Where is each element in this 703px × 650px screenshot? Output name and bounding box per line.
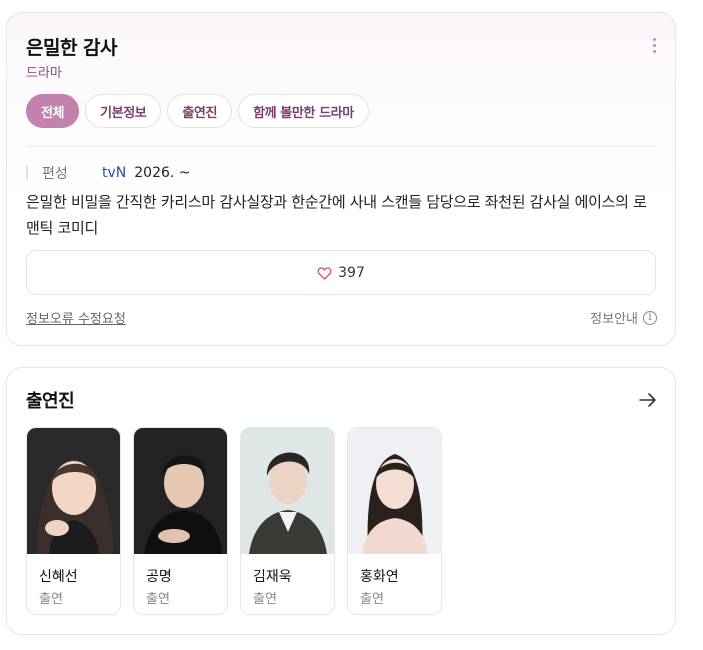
cast-photo (241, 428, 334, 554)
publish-row: 편성 tvN 2026. ~ (26, 163, 191, 183)
tab-recommended[interactable]: 함께 볼만한 드라마 (238, 94, 369, 128)
report-error-link[interactable]: 정보오류 수정요청 (26, 308, 126, 327)
cast-role: 출연 (146, 592, 170, 607)
cast-role: 출연 (360, 592, 384, 607)
drama-title: 은밀한 감사 (26, 37, 118, 59)
like-button[interactable]: 397 (26, 250, 656, 295)
like-count: 397 (338, 264, 365, 281)
drama-genre: 드라마 (26, 66, 62, 81)
divider (26, 146, 656, 147)
synopsis: 은밀한 비밀을 간직한 카리스마 감사실장과 한순간에 사내 스캔들 담당으로 … (26, 193, 647, 237)
tab-all[interactable]: 전체 (26, 94, 80, 128)
publish-year: 2026. ~ (134, 165, 191, 181)
cast-photo (27, 428, 120, 554)
tab-bar: 전체 기본정보 출연진 함께 볼만한 드라마 (26, 94, 369, 128)
cast-list: 신혜선 출연 공명 출연 김재욱 출연 홍화연 출연 (26, 427, 442, 615)
more-options-icon[interactable] (653, 38, 657, 53)
cast-role: 출연 (253, 592, 277, 607)
cast-name: 신혜선 (39, 569, 78, 585)
tab-cast[interactable]: 출연진 (167, 94, 233, 128)
cast-name: 김재욱 (253, 569, 292, 585)
drama-info-card: 은밀한 감사 드라마 전체 기본정보 출연진 함께 볼만한 드라마 편성 tvN… (6, 12, 676, 346)
cast-photo (134, 428, 227, 554)
tab-basic-info[interactable]: 기본정보 (85, 94, 162, 128)
heart-icon (317, 266, 332, 280)
cast-card-item[interactable]: 공명 출연 (133, 427, 228, 615)
cast-name: 홍화연 (360, 569, 399, 585)
cast-section-title: 출연진 (26, 391, 75, 412)
arrow-right-icon[interactable] (639, 392, 657, 408)
channel-link[interactable]: tvN (102, 165, 126, 181)
info-icon: i (643, 310, 657, 325)
cast-card: 출연진 신혜선 출연 공명 출연 김재욱 출연 홍화연 출연 (6, 367, 676, 635)
cast-card-item[interactable]: 신혜선 출연 (26, 427, 121, 615)
info-guide-label: 정보안내 (590, 312, 638, 327)
cast-card-item[interactable]: 김재욱 출연 (240, 427, 335, 615)
publish-label: 편성 (42, 166, 68, 182)
info-guide-link[interactable]: 정보안내 i (590, 308, 657, 327)
label-bar (26, 166, 28, 180)
cast-photo (348, 428, 441, 554)
cast-name: 공명 (146, 569, 172, 585)
cast-card-item[interactable]: 홍화연 출연 (347, 427, 442, 615)
cast-role: 출연 (39, 592, 63, 607)
